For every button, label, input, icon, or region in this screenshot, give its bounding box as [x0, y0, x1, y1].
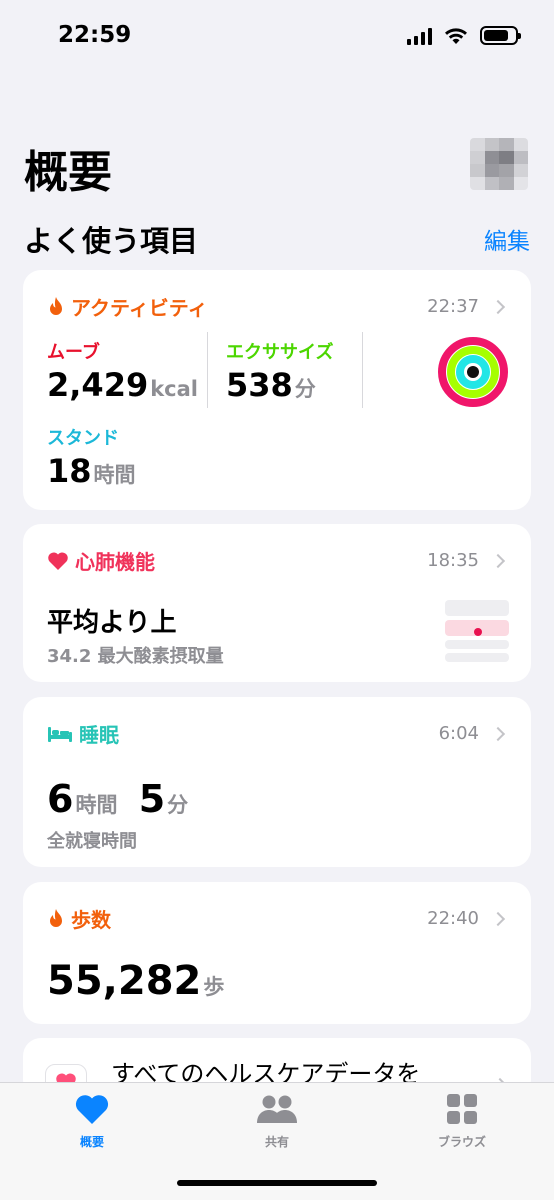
sleep-duration: 6時間 5分 — [47, 777, 188, 821]
cardio-card-header: 心肺機能 18:35 — [47, 546, 509, 575]
cardio-time: 18:35 — [427, 550, 479, 571]
flame-icon — [50, 296, 62, 315]
status-bar: 22:59 — [0, 0, 554, 80]
people-icon — [257, 1095, 297, 1123]
exercise-value-row: 538分 — [226, 366, 316, 404]
sleep-minutes-unit: 分 — [167, 793, 189, 817]
activity-card-header: アクティビティ 22:37 — [47, 292, 509, 321]
steps-value-row: 55,282歩 — [47, 958, 224, 1004]
move-label: ムーブ — [47, 342, 100, 363]
steps-unit: 歩 — [203, 975, 225, 999]
tab-sharing[interactable]: 共有 — [207, 1093, 347, 1150]
chevron-right-icon — [490, 911, 506, 926]
heart-icon — [75, 1095, 109, 1124]
sleep-hours-value: 6 — [47, 777, 74, 821]
cardio-title: 心肺機能 — [75, 550, 155, 574]
sleep-card[interactable]: 睡眠 6:04 6時間 5分 全就寝時間 — [23, 697, 531, 867]
stand-value: 18 — [47, 452, 92, 490]
cardio-card[interactable]: 心肺機能 18:35 平均より上 34.2 最大酸素摂取量 — [23, 524, 531, 682]
exercise-label: エクササイズ — [226, 342, 334, 363]
chevron-right-icon — [490, 726, 506, 741]
chevron-right-icon — [490, 299, 506, 314]
steps-title: 歩数 — [71, 908, 111, 932]
sleep-hours-unit: 時間 — [75, 793, 118, 817]
cardio-detail: 34.2 最大酸素摂取量 — [47, 646, 224, 667]
cardio-range-chart — [445, 600, 509, 662]
stand-unit: 時間 — [93, 463, 136, 487]
activity-rings-icon — [438, 337, 508, 407]
exercise-unit: 分 — [294, 377, 316, 401]
activity-title: アクティビティ — [71, 296, 208, 320]
status-icons — [407, 26, 521, 45]
cellular-signal-icon — [407, 27, 432, 45]
favorites-title: よく使う項目 — [24, 224, 199, 258]
metric-divider — [207, 332, 208, 408]
status-time: 22:59 — [58, 22, 132, 48]
steps-card[interactable]: 歩数 22:40 55,282歩 — [23, 882, 531, 1024]
flame-icon — [50, 908, 62, 927]
home-indicator — [177, 1180, 377, 1186]
stand-label: スタンド — [47, 428, 119, 449]
tab-summary[interactable]: 概要 — [22, 1093, 162, 1150]
sleep-title: 睡眠 — [79, 723, 119, 747]
sleep-time: 6:04 — [438, 723, 479, 744]
tab-sharing-label: 共有 — [264, 1135, 289, 1149]
tab-browse[interactable]: ブラウズ — [392, 1093, 532, 1150]
tab-summary-label: 概要 — [79, 1135, 104, 1149]
page-title: 概要 — [24, 147, 112, 198]
sleep-caption: 全就寝時間 — [47, 831, 137, 852]
battery-icon — [480, 26, 521, 45]
steps-time: 22:40 — [427, 908, 479, 929]
steps-card-header: 歩数 22:40 — [47, 904, 509, 933]
metric-divider — [362, 332, 363, 408]
chevron-right-icon — [490, 553, 506, 568]
battery-fill — [484, 30, 508, 41]
stand-value-row: 18時間 — [47, 452, 136, 490]
grid-icon — [447, 1094, 477, 1124]
exercise-value: 538 — [226, 366, 293, 404]
activity-time: 22:37 — [427, 296, 479, 317]
move-value-row: 2,429kcal — [47, 366, 198, 404]
wifi-icon — [445, 27, 467, 44]
tab-browse-label: ブラウズ — [437, 1135, 486, 1149]
sleep-card-header: 睡眠 6:04 — [47, 719, 509, 748]
move-value: 2,429 — [47, 366, 149, 404]
avatar[interactable] — [470, 138, 528, 190]
sleep-minutes-value: 5 — [138, 777, 166, 821]
cardio-status: 平均より上 — [47, 608, 177, 638]
bed-icon — [48, 726, 72, 742]
favorites-header: よく使う項目 編集 — [24, 218, 530, 260]
activity-card[interactable]: アクティビティ 22:37 ムーブ 2,429kcal エクササイズ 538分 … — [23, 270, 531, 510]
heart-icon — [48, 551, 68, 570]
move-unit: kcal — [150, 377, 199, 401]
steps-value: 55,282 — [47, 958, 202, 1004]
edit-button[interactable]: 編集 — [484, 222, 530, 256]
